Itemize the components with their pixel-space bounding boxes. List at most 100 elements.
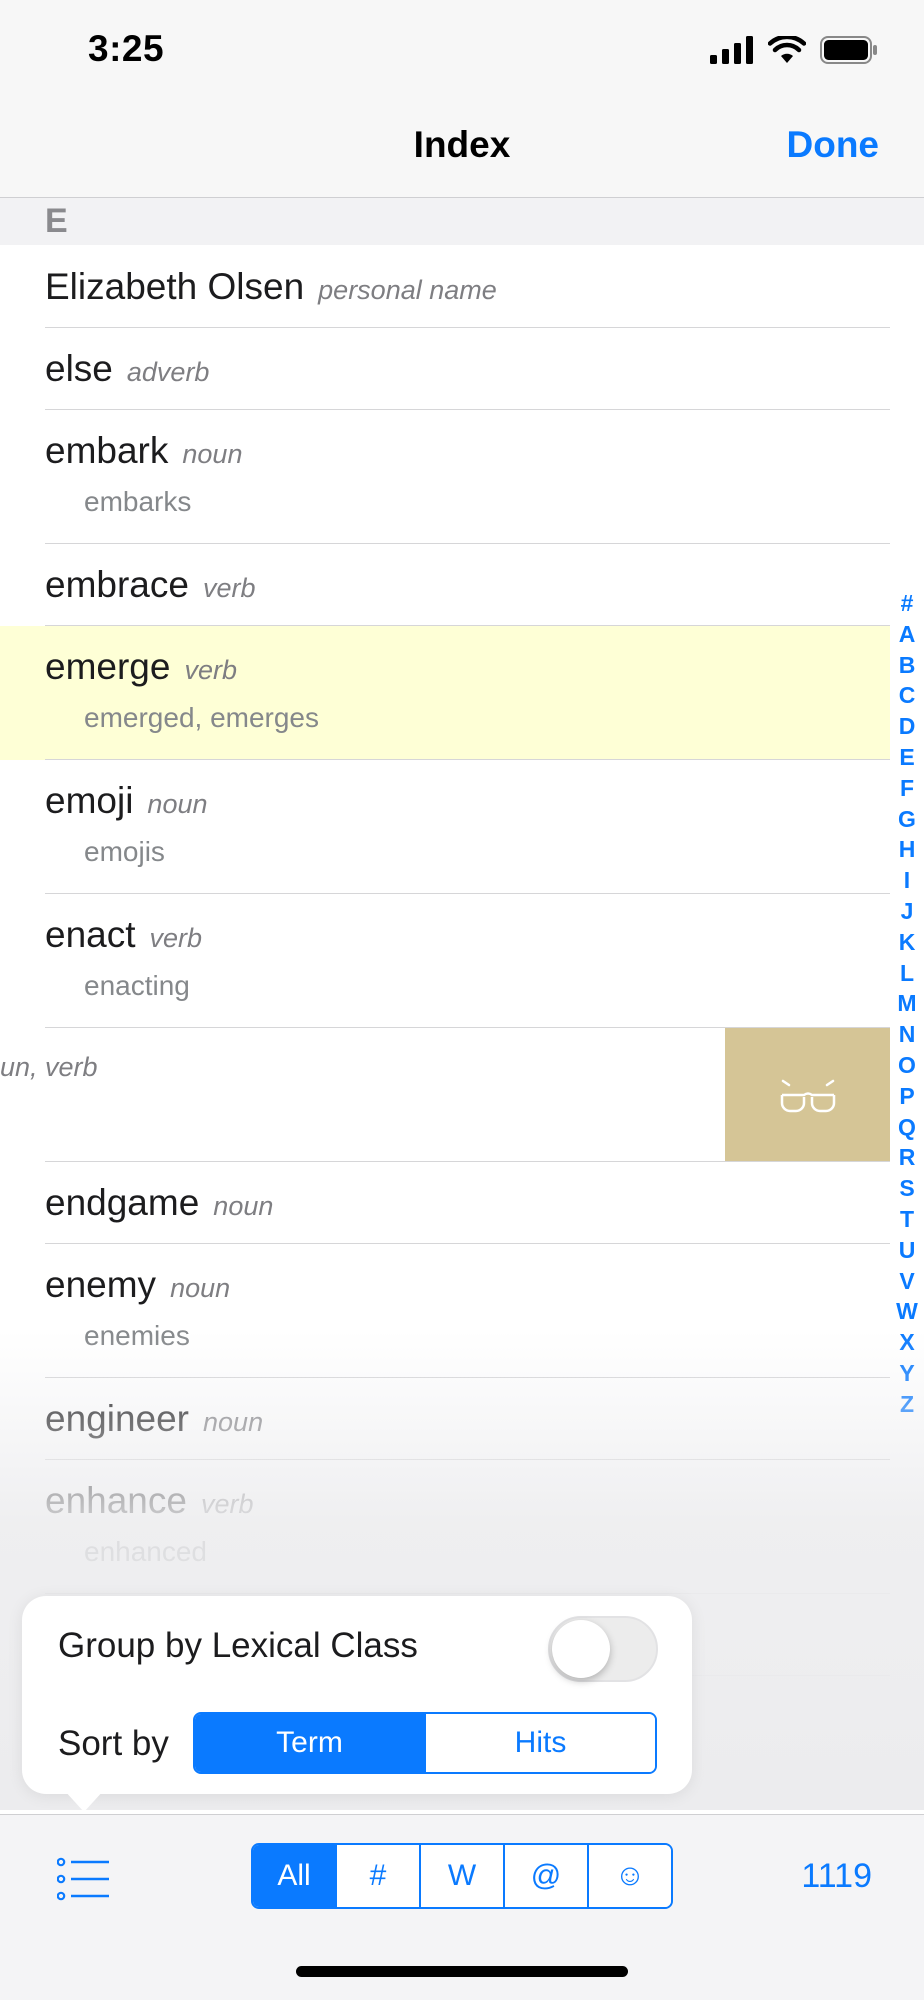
sort-segmented-control: Term Hits xyxy=(193,1712,657,1774)
index-letter[interactable]: Y xyxy=(899,1358,914,1389)
wifi-icon xyxy=(768,36,806,63)
filter-mention-segment[interactable]: @ xyxy=(503,1845,587,1907)
filter-emoji-segment[interactable]: ☺ xyxy=(587,1845,671,1907)
sort-by-label: Sort by xyxy=(58,1724,169,1763)
lexical-class-label: un, verb xyxy=(0,1052,98,1082)
index-letter[interactable]: H xyxy=(899,834,916,865)
lexical-class-label: noun xyxy=(170,1273,231,1303)
term-label: emerge xyxy=(45,646,171,687)
word-forms-label: enhanced xyxy=(84,1536,208,1567)
index-letter[interactable]: C xyxy=(899,680,916,711)
index-letter[interactable]: Q xyxy=(898,1112,916,1143)
index-letter[interactable]: V xyxy=(899,1266,914,1297)
lexical-class-label: personal name xyxy=(318,275,497,305)
index-letter[interactable]: X xyxy=(899,1327,914,1358)
lexical-class-label: verb xyxy=(200,1489,254,1519)
toggle-knob xyxy=(552,1620,610,1678)
list-item[interactable]: enact verb enacting xyxy=(0,894,890,1028)
index-letter[interactable]: P xyxy=(899,1081,914,1112)
filter-segmented-control: All # W @ ☺ xyxy=(251,1843,673,1909)
list-item[interactable]: embark noun embarks xyxy=(0,410,890,544)
list-item[interactable]: endgame noun xyxy=(0,1162,890,1244)
word-forms-label: enemies xyxy=(84,1320,190,1351)
term-label: embark xyxy=(45,430,169,471)
list-item[interactable]: enemy noun enemies xyxy=(0,1244,890,1378)
home-indicator xyxy=(296,1966,628,1977)
index-letter[interactable]: N xyxy=(899,1019,916,1050)
section-header: E xyxy=(0,198,924,245)
done-button[interactable]: Done xyxy=(787,124,880,166)
glasses-icon xyxy=(780,1079,835,1113)
status-time: 3:25 xyxy=(88,28,165,69)
index-letter[interactable]: # xyxy=(901,588,914,619)
index-letter[interactable]: M xyxy=(897,988,916,1019)
index-letter[interactable]: D xyxy=(899,711,916,742)
filter-word-segment[interactable]: W xyxy=(419,1845,503,1907)
lexical-class-label: verb xyxy=(149,923,203,953)
index-letter[interactable]: O xyxy=(898,1050,916,1081)
index-letter[interactable]: F xyxy=(900,773,914,804)
status-icons xyxy=(710,34,878,66)
lexical-class-label: noun xyxy=(182,439,243,469)
list-item-highlighted[interactable]: emerge verb emerged, emerges xyxy=(0,626,890,760)
lexical-class-label: verb xyxy=(202,573,256,603)
alphabet-index-bar[interactable]: # A B C D E F G H I J K L M N O P Q R S T U V W X Y Z xyxy=(893,588,921,1420)
filter-hashtag-segment[interactable]: # xyxy=(335,1845,419,1907)
group-by-label: Group by Lexical Class xyxy=(58,1626,418,1665)
word-forms-label: enacting xyxy=(84,970,190,1001)
list-item[interactable]: emoji noun emojis xyxy=(0,760,890,894)
term-label: Elizabeth Olsen xyxy=(45,266,305,307)
lexical-class-label: adverb xyxy=(126,357,210,387)
index-letter[interactable]: L xyxy=(900,958,914,989)
item-count: 1119 xyxy=(801,1857,872,1895)
cellular-signal-icon xyxy=(710,36,753,64)
index-letter[interactable]: A xyxy=(899,619,916,650)
index-letter[interactable]: Z xyxy=(900,1389,914,1420)
index-letter[interactable]: T xyxy=(900,1204,914,1235)
term-label: embrace xyxy=(45,564,189,605)
term-label: emoji xyxy=(45,780,134,821)
list-item[interactable]: embrace verb xyxy=(0,544,890,626)
options-popover: Group by Lexical Class Sort by Term Hits xyxy=(22,1596,692,1794)
page-title: Index xyxy=(413,124,511,165)
word-forms-label: emerged, emerges xyxy=(84,702,320,733)
battery-icon xyxy=(820,36,877,64)
index-list[interactable]: Elizabeth Olsen personal name else adverb … xyxy=(0,246,890,1676)
sort-hits-segment[interactable]: Hits xyxy=(424,1714,655,1772)
index-letter[interactable]: G xyxy=(898,804,916,835)
index-letter[interactable]: J xyxy=(901,896,914,927)
lexical-class-label: noun xyxy=(147,789,208,819)
list-item[interactable]: engineer noun xyxy=(0,1378,890,1460)
index-letter[interactable]: S xyxy=(899,1173,914,1204)
list-icon[interactable] xyxy=(57,1857,111,1901)
index-letter[interactable]: U xyxy=(899,1235,916,1266)
index-letter[interactable]: B xyxy=(899,650,916,681)
group-by-toggle[interactable] xyxy=(548,1616,658,1682)
term-label: enhance xyxy=(45,1480,187,1521)
term-label: endgame xyxy=(45,1182,200,1223)
index-letter[interactable]: I xyxy=(904,865,910,896)
index-letter[interactable]: E xyxy=(899,742,914,773)
list-item[interactable]: Elizabeth Olsen personal name xyxy=(0,246,890,328)
index-letter[interactable]: K xyxy=(899,927,916,958)
lexical-class-label: verb xyxy=(184,655,237,685)
popover-arrow xyxy=(64,1790,104,1812)
status-bar: 3:25 xyxy=(0,0,924,100)
word-forms-label: emojis xyxy=(84,836,165,867)
lexical-class-label: noun xyxy=(213,1191,274,1221)
list-item[interactable]: enhance verb enhanced xyxy=(0,1460,890,1594)
reading-glasses-action-button[interactable] xyxy=(725,1028,890,1162)
term-label: enemy xyxy=(45,1264,157,1305)
sort-term-segment[interactable]: Term xyxy=(195,1714,424,1772)
navigation-bar: Index Done xyxy=(0,100,924,198)
list-item[interactable]: else adverb xyxy=(0,328,890,410)
list-item-swiped[interactable]: un, verb xyxy=(0,1028,890,1162)
index-letter[interactable]: W xyxy=(896,1296,918,1327)
lexical-class-label: noun xyxy=(203,1407,264,1437)
index-letter[interactable]: R xyxy=(899,1142,916,1173)
term-label: enact xyxy=(45,914,136,955)
word-forms-label: embarks xyxy=(84,486,192,517)
term-label: engineer xyxy=(45,1398,190,1439)
term-label: else xyxy=(45,348,113,389)
filter-all-segment[interactable]: All xyxy=(253,1845,335,1907)
